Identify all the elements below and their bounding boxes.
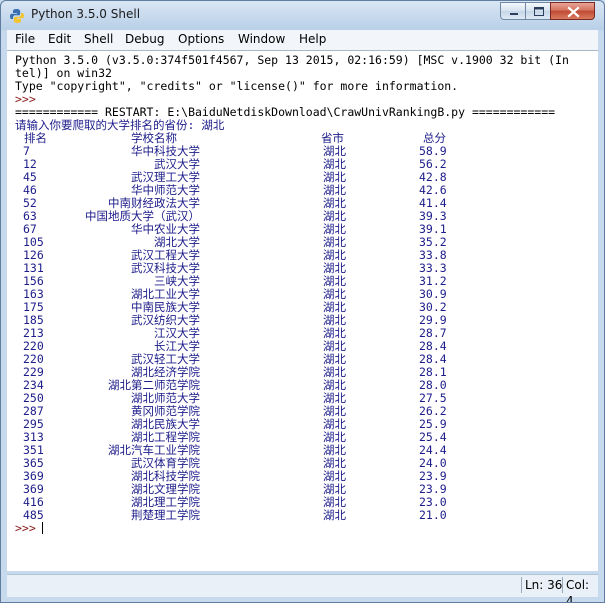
minimize-button[interactable]	[500, 2, 526, 20]
table-header: 排名 学校名称 省市 总分	[15, 132, 595, 145]
minimize-icon	[510, 13, 518, 15]
table-row: 365 武汉体育学院 湖北 24.0	[15, 457, 595, 470]
table-row: 12 武汉大学 湖北 56.2	[15, 158, 595, 171]
table-row: 105 湖北大学 湖北 35.2	[15, 236, 595, 249]
table-row: 234 湖北第二师范学院 湖北 28.0	[15, 379, 595, 392]
province-cell: 湖北	[323, 508, 346, 522]
table-row: 175 中南民族大学 湖北 30.2	[15, 301, 595, 314]
close-button[interactable]	[550, 2, 595, 20]
menu-help[interactable]: Help	[299, 32, 326, 46]
status-line: Ln: 36	[521, 577, 562, 593]
table-row: 250 湖北师范大学 湖北 27.5	[15, 392, 595, 405]
table-row: 46 华中师范大学 湖北 42.6	[15, 184, 595, 197]
table-row: 313 湖北工程学院 湖北 25.4	[15, 431, 595, 444]
table-row: 131 武汉科技大学 湖北 33.3	[15, 262, 595, 275]
table-row: 369 湖北文理学院 湖北 23.9	[15, 483, 595, 496]
menu-debug[interactable]: Debug	[125, 32, 164, 46]
menu-options[interactable]: Options	[178, 32, 224, 46]
table-row: 369 湖北科技学院 湖北 23.9	[15, 470, 595, 483]
menu-bar: File Edit Shell Debug Options Window Hel…	[7, 30, 598, 50]
school-cell: 荆楚理工学院	[131, 508, 200, 522]
status-column: Col: 4	[562, 577, 598, 602]
banner-line-3: Type "copyright", "credits" or "license(…	[15, 79, 459, 93]
status-bar: Ln: 36 Col: 4	[7, 574, 598, 602]
shell-prompt-current: >>>	[15, 521, 43, 535]
table-row: 7 华中科技大学 湖北 58.9	[15, 145, 595, 158]
table-row: 416 湖北理工学院 湖北 23.0	[15, 496, 595, 509]
idle-shell-window: Python 3.5.0 Shell File Edit Shell Debug…	[0, 0, 605, 603]
table-row: 485 荆楚理工学院 湖北 21.0	[15, 509, 595, 522]
menu-shell[interactable]: Shell	[84, 32, 113, 46]
table-row: 351 湖北汽车工业学院 湖北 24.4	[15, 444, 595, 457]
title-bar[interactable]: Python 3.5.0 Shell	[1, 1, 604, 30]
table-row: 220 长江大学 湖北 28.4	[15, 340, 595, 353]
table-row: 45 武汉理工大学 湖北 42.8	[15, 171, 595, 184]
table-row: 67 华中农业大学 湖北 39.1	[15, 223, 595, 236]
table-row: 213 江汉大学 湖北 28.7	[15, 327, 595, 340]
window-title: Python 3.5.0 Shell	[31, 7, 141, 21]
maximize-icon	[534, 7, 544, 16]
table-row: 220 武汉轻工大学 湖北 28.4	[15, 353, 595, 366]
shell-output-area[interactable]: Python 3.5.0 (v3.5.0:374f501f4567, Sep 1…	[7, 50, 598, 571]
menu-window[interactable]: Window	[238, 32, 285, 46]
table-row: 287 黄冈师范学院 湖北 26.2	[15, 405, 595, 418]
menu-file[interactable]: File	[15, 32, 35, 46]
table-row: 229 湖北经济学院 湖北 28.1	[15, 366, 595, 379]
table-row: 295 湖北民族大学 湖北 25.9	[15, 418, 595, 431]
table-row: 156 三峡大学 湖北 31.2	[15, 275, 595, 288]
score-cell: 21.0	[419, 508, 447, 522]
maximize-button[interactable]	[525, 2, 551, 20]
table-row: 63 中国地质大学（武汉） 湖北 39.3	[15, 210, 595, 223]
table-row: 126 武汉工程大学 湖北 33.8	[15, 249, 595, 262]
text-cursor	[42, 522, 43, 534]
table-row: 163 湖北工业大学 湖北 30.9	[15, 288, 595, 301]
python-icon	[10, 9, 24, 23]
close-icon	[567, 6, 580, 18]
menu-edit[interactable]: Edit	[48, 32, 71, 46]
table-row: 185 武汉纺织大学 湖北 29.9	[15, 314, 595, 327]
